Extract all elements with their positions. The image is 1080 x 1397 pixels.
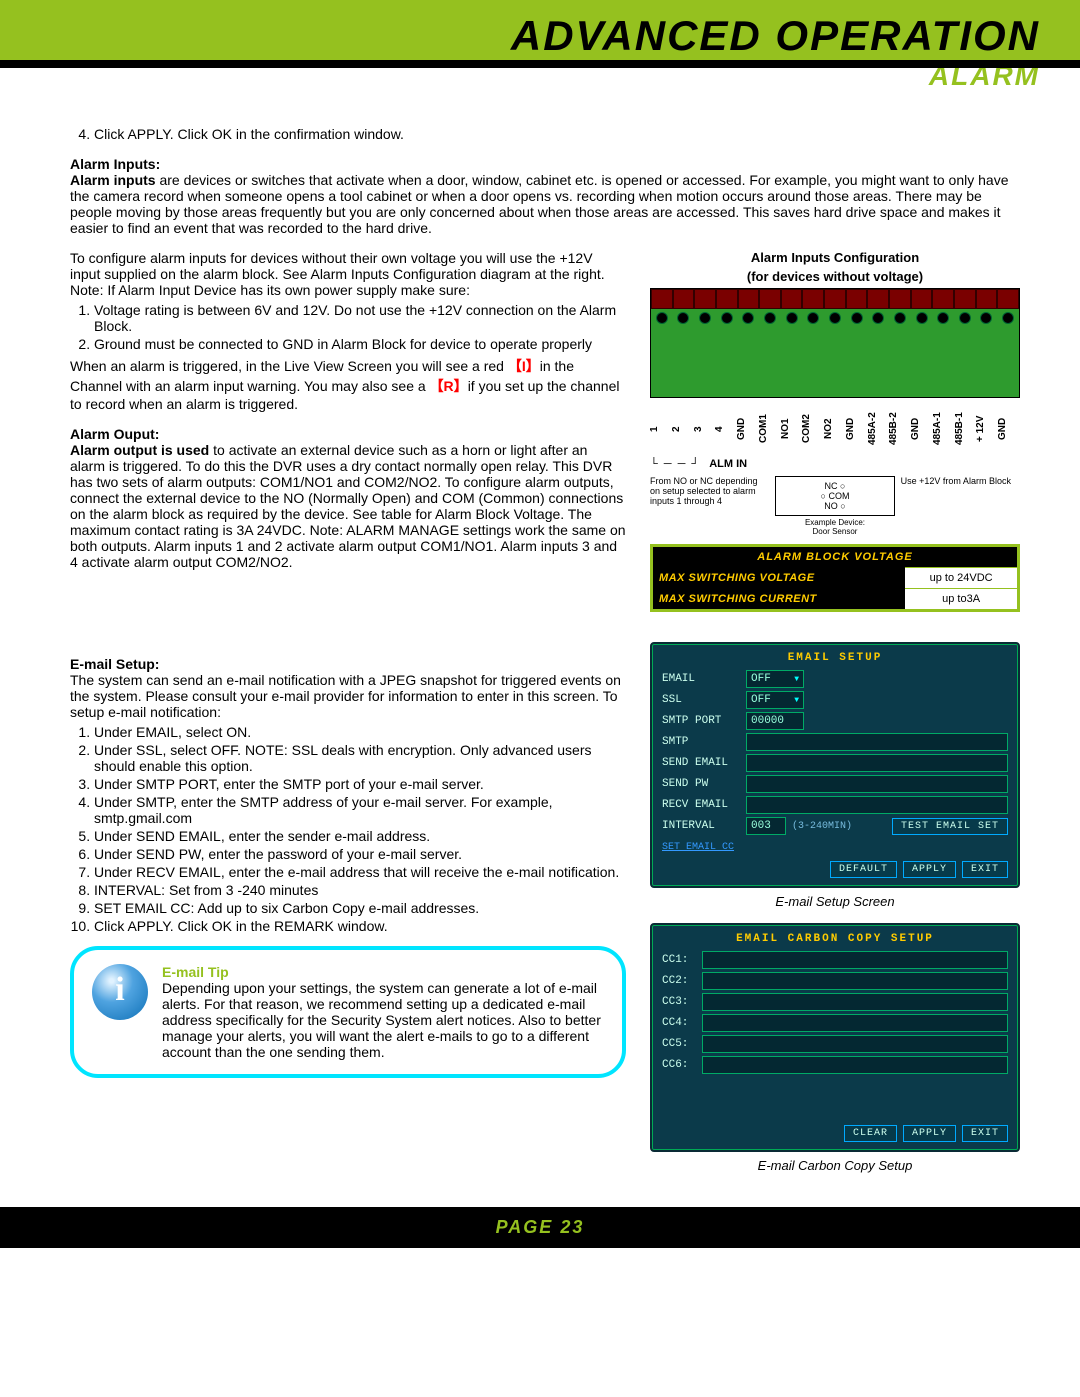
alarm-output-para: Alarm output is used to activate an exte…: [70, 442, 626, 570]
cc2-field[interactable]: [702, 972, 1008, 990]
red-i-icon: 【I】: [508, 358, 540, 374]
note-1: Voltage rating is between 6V and 12V. Do…: [94, 302, 626, 334]
email-step-7: Under RECV EMAIL, enter the e-mail addre…: [94, 864, 626, 880]
recv-email-field[interactable]: [746, 796, 1008, 814]
cc6-field[interactable]: [702, 1056, 1008, 1074]
header-bar: ADVANCED OPERATION: [0, 0, 1080, 60]
diagram-foot-left: From NO or NC depending on setup selecte…: [650, 476, 769, 536]
step-4: Click APPLY. Click OK in the confirmatio…: [94, 126, 1020, 142]
clear-button[interactable]: CLEAR: [844, 1125, 897, 1142]
send-pw-field[interactable]: [746, 775, 1008, 793]
email-step-3: Under SMTP PORT, enter the SMTP port of …: [94, 776, 626, 792]
alm-in-row: └──┘ ALM IN: [650, 458, 1020, 470]
email-setup-screen: EMAIL SETUP EMAILOFF SSLOFF SMTP PORT000…: [650, 642, 1020, 888]
alarm-inputs-config-para: To configure alarm inputs for devices wi…: [70, 250, 626, 282]
alarm-inputs-lead: Alarm inputs: [70, 172, 156, 188]
email-setup-heading: E-mail Setup:: [70, 656, 626, 672]
exit-button-2[interactable]: EXIT: [962, 1125, 1008, 1142]
hole-row: [651, 309, 1019, 327]
email-step-9: SET EMAIL CC: Add up to six Carbon Copy …: [94, 900, 626, 916]
dvr1-caption: E-mail Setup Screen: [650, 894, 1020, 909]
email-step-5: Under SEND EMAIL, enter the sender e-mai…: [94, 828, 626, 844]
diagram-footnotes: From NO or NC depending on setup selecte…: [650, 476, 1020, 536]
tip-body: Depending upon your settings, the system…: [162, 980, 604, 1060]
interval-field[interactable]: 003: [746, 817, 786, 835]
ssl-dropdown[interactable]: OFF: [746, 691, 804, 709]
diagram-foot-right: Use +12V from Alarm Block: [901, 476, 1020, 536]
email-step-6: Under SEND PW, enter the password of you…: [94, 846, 626, 862]
alarm-inputs-note-list: Voltage rating is between 6V and 12V. Do…: [70, 302, 626, 352]
dvr2-title: EMAIL CARBON COPY SETUP: [662, 933, 1008, 945]
note-2: Ground must be connected to GND in Alarm…: [94, 336, 626, 352]
page-title: ADVANCED OPERATION: [0, 0, 1080, 60]
diagram-title-2: (for devices without voltage): [650, 269, 1020, 284]
email-cc-screen: EMAIL CARBON COPY SETUP CC1: CC2: CC3: C…: [650, 923, 1020, 1152]
email-tip-box: E-mail Tip Depending upon your settings,…: [70, 946, 626, 1078]
sensor-label: Example Device:Door Sensor: [775, 518, 894, 536]
info-icon: [92, 964, 148, 1020]
dvr2-caption: E-mail Carbon Copy Setup: [650, 1158, 1020, 1173]
pin-labels: 1 2 3 4 GND COM1 NO1 COM2 NO2 GND 485A-2…: [650, 402, 1020, 456]
set-email-cc-link[interactable]: SET EMAIL CC: [662, 842, 734, 853]
send-email-field[interactable]: [746, 754, 1008, 772]
email-step-8: INTERVAL: Set from 3 -240 minutes: [94, 882, 626, 898]
apply-button[interactable]: APPLY: [903, 861, 956, 878]
exit-button[interactable]: EXIT: [962, 861, 1008, 878]
dvr1-title: EMAIL SETUP: [662, 652, 1008, 664]
alarm-inputs-note: Note: If Alarm Input Device has its own …: [70, 282, 626, 298]
cc1-field[interactable]: [702, 951, 1008, 969]
terminal-block-diagram: [650, 288, 1020, 398]
tip-title: E-mail Tip: [162, 964, 604, 980]
alarm-block-voltage-table: ALARM BLOCK VOLTAGE MAX SWITCHING VOLTAG…: [650, 544, 1020, 612]
screw-row: [651, 289, 1019, 309]
smtp-port-field[interactable]: 00000: [746, 712, 804, 730]
cc4-field[interactable]: [702, 1014, 1008, 1032]
smtp-field[interactable]: [746, 733, 1008, 751]
email-step-2: Under SSL, select OFF. NOTE: SSL deals w…: [94, 742, 626, 774]
email-step-4: Under SMTP, enter the SMTP address of yo…: [94, 794, 626, 826]
vtable-header: ALARM BLOCK VOLTAGE: [652, 546, 1019, 568]
cc5-field[interactable]: [702, 1035, 1008, 1053]
alarm-inputs-para: Alarm inputs are devices or switches tha…: [70, 172, 1020, 236]
default-button[interactable]: DEFAULT: [830, 861, 897, 878]
email-step-10: Click APPLY. Click OK in the REMARK wind…: [94, 918, 626, 934]
email-dropdown[interactable]: OFF: [746, 670, 804, 688]
cc3-field[interactable]: [702, 993, 1008, 1011]
alarm-output-lead: Alarm output is used: [70, 442, 209, 458]
apply-button-2[interactable]: APPLY: [903, 1125, 956, 1142]
alarm-output-heading: Alarm Ouput:: [70, 426, 626, 442]
continued-steps: Click APPLY. Click OK in the confirmatio…: [70, 126, 1020, 142]
diagram-title-1: Alarm Inputs Configuration: [650, 250, 1020, 265]
test-email-button[interactable]: TEST EMAIL SET: [892, 818, 1008, 835]
email-step-1: Under EMAIL, select ON.: [94, 724, 626, 740]
door-sensor-icon: NC ○ ○ COM NO ○: [775, 476, 894, 516]
alarm-inputs-heading: Alarm Inputs:: [70, 156, 1020, 172]
alarm-trigger-para: When an alarm is triggered, in the Live …: [70, 356, 626, 412]
page-footer: PAGE 23: [0, 1207, 1080, 1248]
email-setup-intro: The system can send an e-mail notificati…: [70, 672, 626, 720]
red-r-icon: 【R】: [430, 378, 468, 394]
email-setup-steps: Under EMAIL, select ON. Under SSL, selec…: [70, 724, 626, 934]
